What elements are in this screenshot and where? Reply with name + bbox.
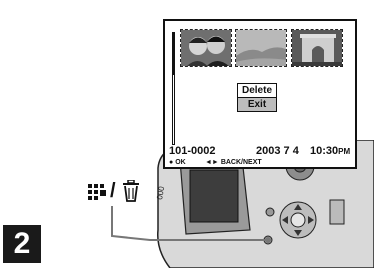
landscape-photo	[236, 30, 286, 66]
exit-option[interactable]: Exit	[238, 97, 276, 111]
scrollbar-thumb[interactable]	[172, 32, 175, 75]
delete-menu: Delete Exit	[237, 83, 277, 112]
index-delete-button-label: /	[88, 180, 148, 206]
thumbnail-image-1[interactable]	[180, 29, 232, 67]
index-grid-icon	[88, 184, 106, 200]
ok-guide: ● OK	[169, 159, 186, 166]
step-number-badge: 2	[3, 225, 41, 263]
trash-icon	[123, 180, 139, 202]
image-info-bar: 101-0002 2003 7 4 10:30PM	[169, 145, 350, 157]
file-number: 101-0002	[169, 145, 216, 157]
thumbnail-image-2[interactable]	[235, 29, 287, 67]
recording-time: 10:30PM	[310, 145, 351, 157]
back-next-guide: ◄► BACK/NEXT	[205, 159, 262, 166]
slash-separator: /	[110, 180, 116, 202]
arch-photo	[292, 30, 342, 66]
thumbnail-image-3[interactable]	[291, 29, 343, 67]
screen-footer: ● OK ◄► BACK/NEXT	[169, 159, 262, 166]
recording-date: 2003 7 4	[256, 145, 299, 157]
two-people-photo	[181, 30, 231, 66]
lcd-screen: Delete Exit 101-0002 2003 7 4 10:30PM ● …	[163, 19, 357, 169]
delete-option[interactable]: Delete	[238, 84, 276, 97]
